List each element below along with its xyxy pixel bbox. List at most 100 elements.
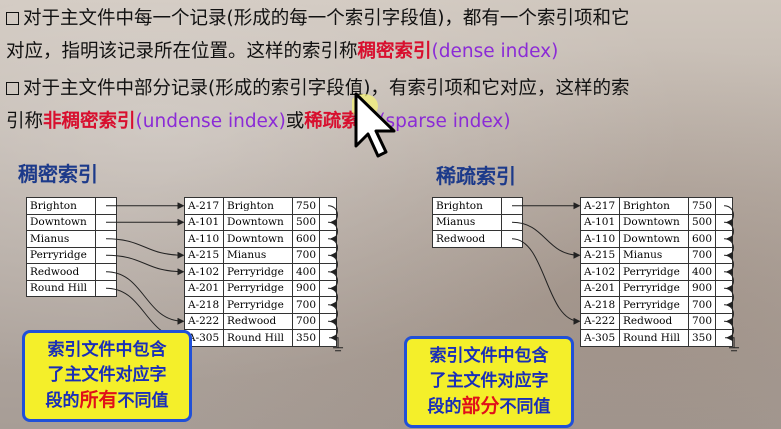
sparse-callout-highlight: 部分 xyxy=(461,395,500,417)
dense-main-account-id: A-201 xyxy=(184,279,224,297)
dense-main-balance: 600 xyxy=(291,230,321,248)
slide: 对于主文件中每一个记录(形成的每一个索引字段值)，都有一个索引项和它 对应，指明… xyxy=(0,0,781,429)
dense-main-file-table: A-217 Brighton 750 A-101 Downtown 500 A-110 Dow… xyxy=(184,197,338,347)
sparse-main-row: A-217 Brighton 750 xyxy=(580,197,734,215)
sparse-callout-line3b: 不同值 xyxy=(499,397,551,417)
sparse-main-row: A-218 Perryridge 700 xyxy=(580,296,734,314)
sparse-main-branch-name: Perryridge xyxy=(619,296,689,314)
sparse-index-row: Mianus xyxy=(432,213,523,231)
checkbox-bullet-icon xyxy=(6,12,19,25)
sparse-main-account-id: A-215 xyxy=(580,246,620,264)
dense-main-next-pointer xyxy=(319,263,338,281)
dense-main-next-pointer xyxy=(319,197,338,215)
dense-callout-line2: 了主文件对应字 xyxy=(47,365,167,385)
dense-main-account-id: A-222 xyxy=(184,312,224,330)
sparse-main-branch-name: Perryridge xyxy=(619,279,689,297)
dense-main-next-pointer xyxy=(319,329,338,347)
dense-callout: 索引文件中包含 了主文件对应字 段的所有不同值 xyxy=(22,330,192,422)
dense-main-branch-name: Perryridge xyxy=(223,279,293,297)
checkbox-bullet-icon xyxy=(6,82,19,95)
sparse-main-branch-name: Round Hill xyxy=(619,329,689,347)
dense-index-pointer-cell xyxy=(95,279,117,297)
dense-callout-line1: 索引文件中包含 xyxy=(47,340,167,360)
dense-main-balance: 400 xyxy=(291,263,321,281)
sparse-index-pointer-cell xyxy=(501,230,523,248)
sparse-main-row: A-215 Mianus 700 xyxy=(580,246,734,264)
sparse-main-row: A-222 Redwood 700 xyxy=(580,312,734,330)
sparse-main-account-id: A-201 xyxy=(580,279,620,297)
para2-or: 或 xyxy=(285,111,305,132)
dense-main-branch-name: Perryridge xyxy=(223,296,293,314)
dense-main-next-pointer xyxy=(319,312,338,330)
dense-main-balance: 700 xyxy=(291,296,321,314)
sparse-callout-line3a: 段的 xyxy=(427,397,462,417)
sparse-main-row: A-102 Perryridge 400 xyxy=(580,263,734,281)
dense-main-account-id: A-110 xyxy=(184,230,224,248)
sparse-main-branch-name: Brighton xyxy=(619,197,689,215)
sparse-main-row: A-305 Round Hill 350 xyxy=(580,329,734,347)
dense-main-balance: 500 xyxy=(291,213,321,231)
sparse-main-next-pointer xyxy=(715,312,734,330)
para1-text-a: 对于主文件中每一个记录(形成的每一个索引字段值)，都有一个索引项和它 xyxy=(23,8,630,29)
dense-main-branch-name: Downtown xyxy=(223,213,293,231)
dense-index-title: 稠密索引 xyxy=(18,162,98,186)
sparse-main-balance: 750 xyxy=(687,197,717,215)
dense-main-account-id: A-215 xyxy=(184,246,224,264)
sparse-main-next-pointer xyxy=(715,296,734,314)
dense-main-next-pointer xyxy=(319,213,338,231)
dense-index-row: Round Hill xyxy=(26,279,117,297)
dense-main-branch-name: Downtown xyxy=(223,230,293,248)
dense-main-balance: 700 xyxy=(291,312,321,330)
sparse-main-balance: 700 xyxy=(687,246,717,264)
sparse-index-row: Redwood xyxy=(432,230,523,248)
dense-main-row: A-215 Mianus 700 xyxy=(184,246,338,264)
sparse-main-file-table: A-217 Brighton 750 A-101 Downtown 500 A-110 Dow… xyxy=(580,197,734,347)
para1-text-b: 对应，指明该记录所在位置。这样的索引称 xyxy=(6,41,358,62)
sparse-main-branch-name: Downtown xyxy=(619,230,689,248)
sparse-main-account-id: A-217 xyxy=(580,197,620,215)
sparse-main-balance: 400 xyxy=(687,263,717,281)
sparse-main-account-id: A-305 xyxy=(580,329,620,347)
dense-main-next-pointer xyxy=(319,246,338,264)
sparse-callout: 索引文件中包含 了主文件对应字 段的部分不同值 xyxy=(404,336,574,428)
sparse-main-next-pointer xyxy=(715,213,734,231)
dense-index-pointer-cell xyxy=(95,197,117,215)
dense-main-account-id: A-217 xyxy=(184,197,224,215)
dense-main-balance: 900 xyxy=(291,279,321,297)
sparse-main-account-id: A-218 xyxy=(580,296,620,314)
dense-main-row: A-305 Round Hill 350 xyxy=(184,329,338,347)
dense-index-pointer-cell xyxy=(95,263,117,281)
dense-index-row: Brighton xyxy=(26,197,117,215)
dense-main-branch-name: Mianus xyxy=(223,246,293,264)
dense-main-branch-name: Brighton xyxy=(223,197,293,215)
sparse-main-account-id: A-101 xyxy=(580,213,620,231)
sparse-main-branch-name: Downtown xyxy=(619,213,689,231)
dense-main-row: A-201 Perryridge 900 xyxy=(184,279,338,297)
sparse-main-balance: 700 xyxy=(687,312,717,330)
sparse-main-next-pointer xyxy=(715,230,734,248)
dense-index-pointer-cell xyxy=(95,230,117,248)
dense-main-branch-name: Perryridge xyxy=(223,263,293,281)
sparse-index-key: Redwood xyxy=(432,230,502,248)
dense-index-key: Redwood xyxy=(26,263,96,281)
dense-main-row: A-218 Perryridge 700 xyxy=(184,296,338,314)
dense-main-row: A-101 Downtown 500 xyxy=(184,213,338,231)
dense-main-next-pointer xyxy=(319,296,338,314)
dense-main-account-id: A-102 xyxy=(184,263,224,281)
sparse-index-title: 稀疏索引 xyxy=(436,164,516,188)
dense-main-account-id: A-101 xyxy=(184,213,224,231)
sparse-main-next-pointer xyxy=(715,279,734,297)
dense-index-key: Perryridge xyxy=(26,246,96,264)
sparse-main-branch-name: Mianus xyxy=(619,246,689,264)
dense-main-account-id: A-218 xyxy=(184,296,224,314)
dense-index-row: Redwood xyxy=(26,263,117,281)
dense-index-key: Mianus xyxy=(26,230,96,248)
sparse-main-balance: 600 xyxy=(687,230,717,248)
sparse-main-row: A-201 Perryridge 900 xyxy=(580,279,734,297)
dense-main-branch-name: Redwood xyxy=(223,312,293,330)
dense-index-key: Round Hill xyxy=(26,279,96,297)
dense-main-next-pointer xyxy=(319,230,338,248)
sparse-main-account-id: A-102 xyxy=(580,263,620,281)
sparse-main-balance: 350 xyxy=(687,329,717,347)
paragraph-dense-definition: 对于主文件中每一个记录(形成的每一个索引字段值)，都有一个索引项和它 对应，指明… xyxy=(6,2,778,68)
